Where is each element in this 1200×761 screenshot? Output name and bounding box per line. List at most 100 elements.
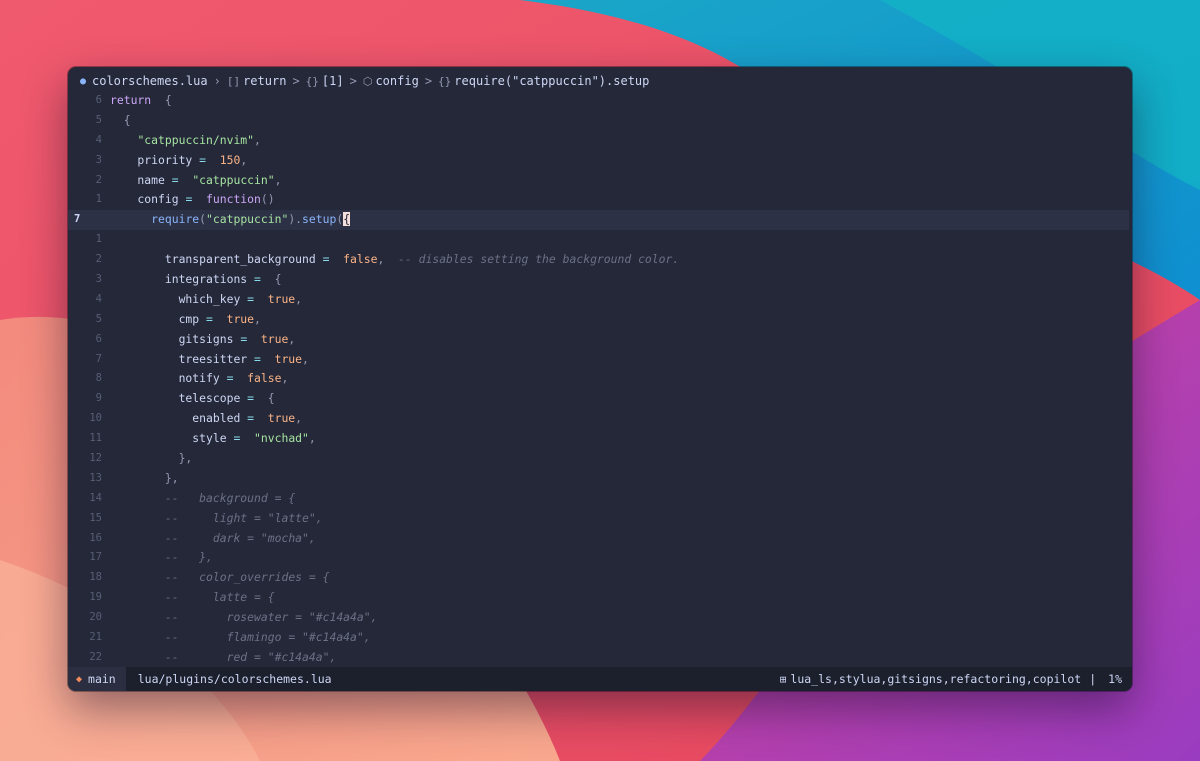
code-line[interactable]: 3 priority = 150, xyxy=(68,151,1132,171)
code-line[interactable]: 4 "catppuccin/nvim", xyxy=(68,131,1132,151)
code-text: }, xyxy=(110,449,193,469)
breadcrumb-file[interactable]: colorschemes.lua xyxy=(92,74,208,88)
code-token: true xyxy=(226,311,255,326)
code-line[interactable]: 6 return { xyxy=(68,91,1132,111)
code-line[interactable]: 20 -- rosewater = "#c14a4a", xyxy=(68,608,1132,628)
git-branch-section[interactable]: ◆ main xyxy=(68,667,126,691)
code-line[interactable]: 11 style = "nvchad", xyxy=(68,429,1132,449)
code-line[interactable]: 16 -- dark = "mocha", xyxy=(68,529,1132,549)
breadcrumb-separator: > xyxy=(424,74,433,88)
code-text: -- light = "latte", xyxy=(110,509,323,529)
code-token: "catppuccin" xyxy=(206,212,289,227)
code-line[interactable]: 9 telescope = { xyxy=(68,389,1132,409)
code-text: cmp = true, xyxy=(110,310,261,330)
code-token: -- rosewater = "#c14a4a", xyxy=(164,610,378,625)
code-token: -- disables setting the background color… xyxy=(398,252,680,267)
code-line[interactable]: 5 { xyxy=(68,111,1132,131)
code-token: , xyxy=(288,331,296,346)
object-icon: {} xyxy=(305,75,319,88)
line-number: 8 xyxy=(95,372,102,385)
code-text: treesitter = true, xyxy=(110,350,309,370)
code-token: -- }, xyxy=(164,550,213,565)
code-token: = xyxy=(171,172,179,187)
code-line[interactable]: 21 -- flamingo = "#c14a4a", xyxy=(68,628,1132,648)
breadcrumb-item[interactable]: require("catppuccin").setup xyxy=(454,74,649,88)
line-number: 3 xyxy=(95,153,102,166)
code-token: { xyxy=(123,112,131,127)
line-number: 2 xyxy=(95,173,102,186)
breadcrumb-item[interactable]: return xyxy=(243,74,286,88)
code-line[interactable]: 17 -- }, xyxy=(68,548,1132,568)
code-token: true xyxy=(267,291,296,306)
code-token: () xyxy=(260,192,275,207)
code-editor[interactable]: 6 return {5 {4 "catppuccin/nvim", 3 priori… xyxy=(68,91,1132,667)
code-line[interactable]: 5 cmp = true, xyxy=(68,310,1132,330)
code-token: = xyxy=(247,391,255,406)
code-line[interactable]: 4 which_key = true, xyxy=(68,290,1132,310)
code-token: notify xyxy=(110,371,227,386)
code-line[interactable]: 2 transparent_background = false, -- dis… xyxy=(68,250,1132,270)
code-line[interactable]: 8 notify = false, xyxy=(68,369,1132,389)
code-text: -- background = { xyxy=(110,489,295,509)
code-line[interactable]: 12 }, xyxy=(68,449,1132,469)
line-number: 16 xyxy=(89,531,102,544)
code-token: function xyxy=(206,192,261,207)
code-token: require xyxy=(151,212,200,227)
code-line[interactable]: 6 gitsigns = true, xyxy=(68,330,1132,350)
code-line[interactable]: 3 integrations = { xyxy=(68,270,1132,290)
code-text: -- dark = "mocha", xyxy=(110,529,316,549)
code-line[interactable]: 13 }, xyxy=(68,469,1132,489)
code-token: treesitter xyxy=(110,351,255,366)
code-line[interactable]: 19 -- latte = { xyxy=(68,588,1132,608)
code-line[interactable]: 10 enabled = true, xyxy=(68,409,1132,429)
breadcrumb-item[interactable]: config xyxy=(375,74,418,88)
code-line[interactable]: 18 -- color_overrides = { xyxy=(68,568,1132,588)
code-line[interactable]: 22 -- red = "#c14a4a", xyxy=(68,648,1132,668)
code-line[interactable]: 1 xyxy=(68,230,1132,250)
code-token: enabled xyxy=(110,411,248,426)
code-text: which_key = true, xyxy=(110,290,302,310)
code-token: , xyxy=(295,291,303,306)
code-text: style = "nvchad", xyxy=(110,429,316,449)
code-text: -- flamingo = "#c14a4a", xyxy=(110,628,371,648)
line-number: 21 xyxy=(89,631,102,644)
code-line[interactable]: 14 -- background = { xyxy=(68,489,1132,509)
code-token: , xyxy=(240,152,248,167)
code-line[interactable]: 2 name = "catppuccin", xyxy=(68,171,1132,191)
status-right: ⊞ lua_ls,stylua,gitsigns,refactoring,cop… xyxy=(780,672,1132,686)
code-text: { xyxy=(110,111,131,131)
code-token: priority xyxy=(110,152,200,167)
line-number: 14 xyxy=(89,491,102,504)
code-line[interactable]: 7 treesitter = true, xyxy=(68,350,1132,370)
code-token: { xyxy=(267,391,275,406)
git-branch-icon: ◆ xyxy=(76,673,83,685)
text-cursor: { xyxy=(343,212,351,227)
code-token: -- dark = "mocha", xyxy=(164,530,316,545)
code-token: , xyxy=(308,431,316,446)
code-token: }, xyxy=(164,470,179,485)
code-line[interactable]: 15 -- light = "latte", xyxy=(68,509,1132,529)
code-token: true xyxy=(260,331,289,346)
object-icon: {} xyxy=(438,75,452,88)
current-code-line[interactable]: 7 require("catppuccin").setup({ xyxy=(68,210,1129,231)
code-token: = xyxy=(254,272,261,287)
breadcrumb-item[interactable]: [1] xyxy=(322,74,344,88)
code-line[interactable]: 1 config = function() xyxy=(68,190,1132,210)
code-text: -- rosewater = "#c14a4a", xyxy=(110,608,378,628)
scroll-progress: 1% xyxy=(1108,672,1122,686)
code-token: true xyxy=(274,351,303,366)
code-token: gitsigns xyxy=(110,331,241,346)
code-text: "catppuccin/nvim", xyxy=(110,131,260,151)
line-number: 19 xyxy=(89,591,102,604)
code-token: true xyxy=(267,411,296,426)
